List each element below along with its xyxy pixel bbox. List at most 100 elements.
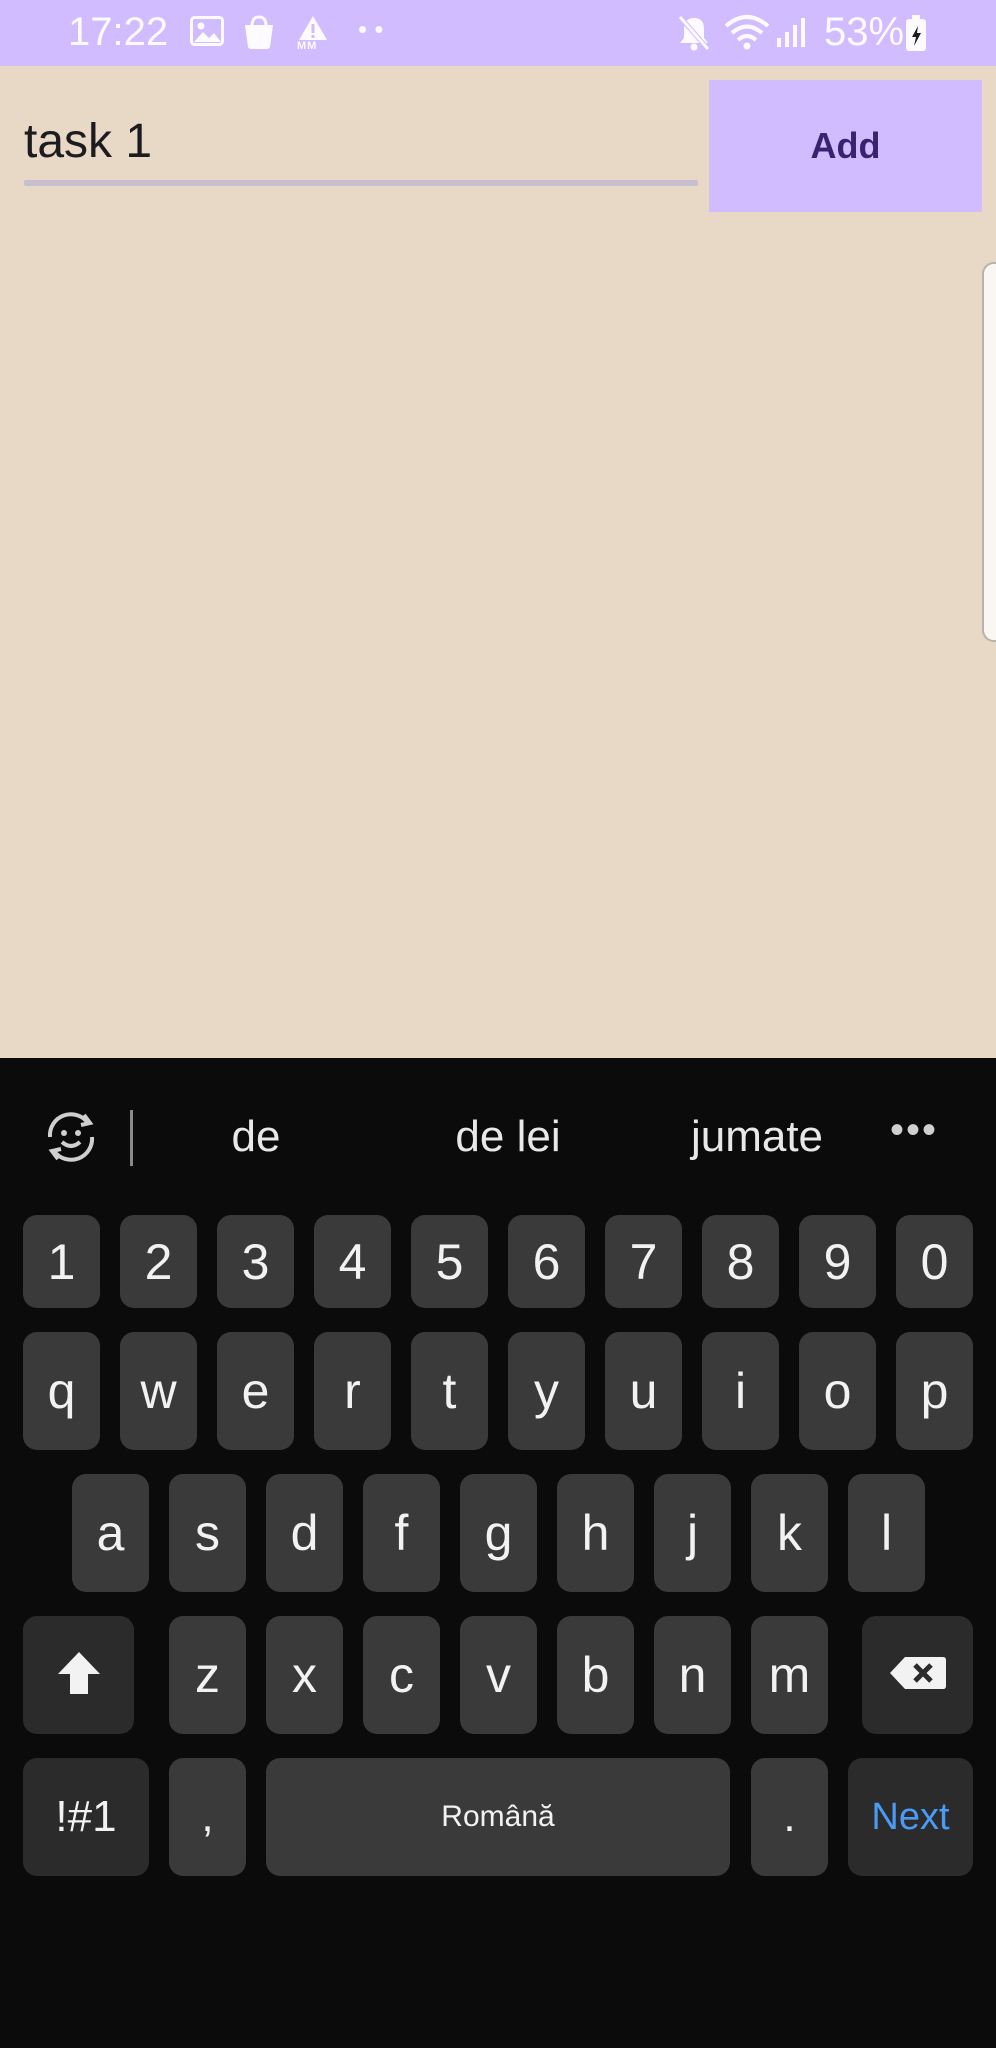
key-label: h — [581, 1505, 610, 1561]
emoji-toggle-icon[interactable] — [40, 1106, 102, 1168]
alert-icon: MM — [296, 14, 330, 59]
key-label: d — [290, 1505, 319, 1561]
key-a[interactable]: a — [72, 1474, 149, 1592]
more-notifications-icon: • • — [358, 14, 384, 44]
key-s[interactable]: s — [169, 1474, 246, 1592]
key-label: o — [823, 1363, 852, 1419]
app-content: Add — [0, 66, 996, 1058]
key-label: y — [534, 1363, 559, 1419]
shopping-bag-icon — [242, 14, 276, 55]
key-f[interactable]: f — [363, 1474, 440, 1592]
key-1[interactable]: 1 — [23, 1215, 100, 1308]
key-label: k — [777, 1505, 802, 1561]
key-l[interactable]: l — [848, 1474, 925, 1592]
key-i[interactable]: i — [702, 1332, 779, 1450]
key-4[interactable]: 4 — [314, 1215, 391, 1308]
key-8[interactable]: 8 — [702, 1215, 779, 1308]
key-v[interactable]: v — [460, 1616, 537, 1734]
key-d[interactable]: d — [266, 1474, 343, 1592]
key-n[interactable]: n — [654, 1616, 731, 1734]
key-label: 1 — [47, 1233, 76, 1290]
key-j[interactable]: j — [654, 1474, 731, 1592]
key-w[interactable]: w — [120, 1332, 197, 1450]
key-o[interactable]: o — [799, 1332, 876, 1450]
key-9[interactable]: 9 — [799, 1215, 876, 1308]
key-q[interactable]: q — [23, 1332, 100, 1450]
add-button[interactable]: Add — [709, 80, 982, 212]
suggestion-bar: de de lei jumate ••• — [0, 1058, 996, 1218]
key-label: w — [140, 1363, 177, 1419]
key-g[interactable]: g — [460, 1474, 537, 1592]
key-label: 7 — [629, 1233, 658, 1290]
key-label: !#1 — [55, 1792, 117, 1841]
key-e[interactable]: e — [217, 1332, 294, 1450]
gallery-icon — [190, 16, 224, 51]
key-c[interactable]: c — [363, 1616, 440, 1734]
key-label: 9 — [823, 1233, 852, 1290]
wifi-icon — [724, 14, 770, 55]
key-label: r — [344, 1363, 361, 1419]
key-3[interactable]: 3 — [217, 1215, 294, 1308]
key-b[interactable]: b — [557, 1616, 634, 1734]
key-p[interactable]: p — [896, 1332, 973, 1450]
suggestion-2[interactable]: de lei — [418, 1112, 598, 1162]
key-label: 3 — [241, 1233, 270, 1290]
backspace-key[interactable] — [862, 1616, 973, 1734]
status-time: 17:22 — [68, 10, 169, 54]
key-7[interactable]: 7 — [605, 1215, 682, 1308]
key-label: Română — [441, 1800, 555, 1833]
key-0[interactable]: 0 — [896, 1215, 973, 1308]
key-x[interactable]: x — [266, 1616, 343, 1734]
more-options-icon[interactable]: ••• — [890, 1108, 938, 1153]
key-label: m — [768, 1647, 811, 1703]
alert-badge-text: MM — [297, 40, 318, 52]
next-key[interactable]: Next — [848, 1758, 973, 1876]
key-2[interactable]: 2 — [120, 1215, 197, 1308]
key-t[interactable]: t — [411, 1332, 488, 1450]
key-z[interactable]: z — [169, 1616, 246, 1734]
task-input[interactable] — [24, 110, 698, 172]
key-label: j — [686, 1505, 699, 1561]
key-y[interactable]: y — [508, 1332, 585, 1450]
edge-panel-handle[interactable] — [982, 262, 996, 642]
key-label: 0 — [920, 1233, 949, 1290]
key-label: b — [581, 1647, 610, 1703]
key-label: a — [96, 1505, 125, 1561]
key-6[interactable]: 6 — [508, 1215, 585, 1308]
suggestion-divider — [130, 1110, 133, 1166]
key-m[interactable]: m — [751, 1616, 828, 1734]
key-label: f — [394, 1505, 409, 1561]
status-bar: 17:22 MM • • 53% — [0, 0, 996, 66]
suggestion-1[interactable]: de — [196, 1112, 316, 1162]
symbols-key[interactable]: !#1 — [23, 1758, 149, 1876]
key-k[interactable]: k — [751, 1474, 828, 1592]
key-label: v — [486, 1647, 511, 1703]
comma-key[interactable]: , — [169, 1758, 246, 1876]
key-label: s — [195, 1505, 220, 1561]
key-label: 5 — [435, 1233, 464, 1290]
key-label: Next — [871, 1795, 950, 1838]
key-5[interactable]: 5 — [411, 1215, 488, 1308]
key-label: 6 — [532, 1233, 561, 1290]
task-input-underline — [24, 180, 698, 186]
battery-percent: 53% — [824, 10, 905, 54]
suggestion-3[interactable]: jumate — [660, 1112, 854, 1162]
key-label: g — [484, 1505, 513, 1561]
key-u[interactable]: u — [605, 1332, 682, 1450]
key-label: t — [442, 1363, 457, 1419]
key-label: , — [201, 1792, 214, 1841]
key-label: p — [920, 1363, 949, 1419]
space-key[interactable]: Română — [266, 1758, 730, 1876]
signal-icon — [776, 16, 808, 53]
period-key[interactable]: . — [751, 1758, 828, 1876]
key-h[interactable]: h — [557, 1474, 634, 1592]
key-label: x — [292, 1647, 317, 1703]
key-r[interactable]: r — [314, 1332, 391, 1450]
key-label: e — [241, 1363, 270, 1419]
key-label: 4 — [338, 1233, 367, 1290]
key-label: u — [629, 1363, 658, 1419]
key-label: q — [47, 1363, 76, 1419]
shift-key[interactable] — [23, 1616, 134, 1734]
key-label: 8 — [726, 1233, 755, 1290]
key-label: c — [389, 1647, 414, 1703]
